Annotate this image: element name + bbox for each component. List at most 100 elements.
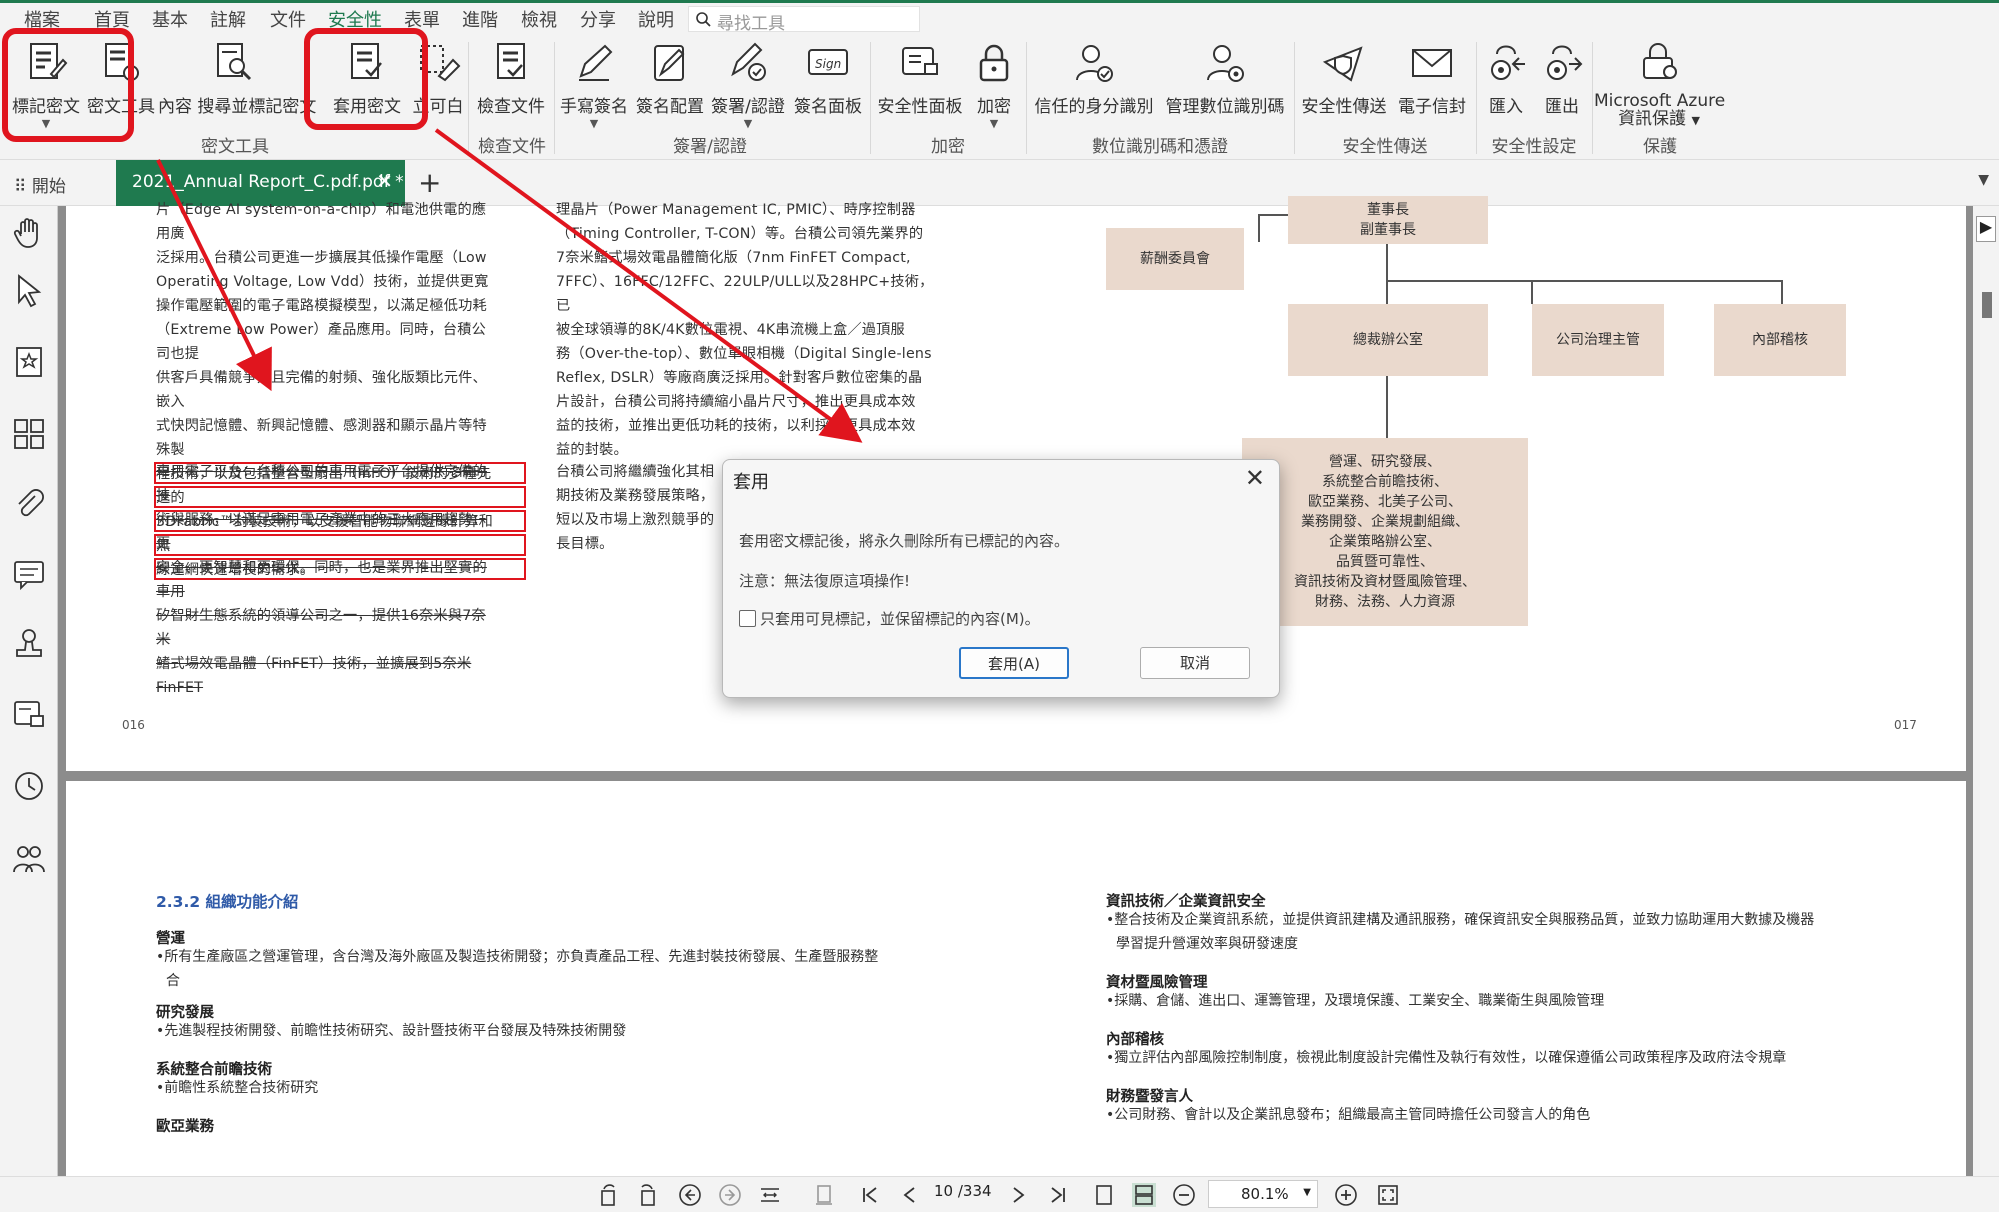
rotate-right-icon[interactable] <box>636 1183 660 1207</box>
first-page-icon[interactable] <box>858 1183 882 1207</box>
redaction-mark-box[interactable] <box>154 486 526 508</box>
dept-desc-line: 合 <box>166 973 180 989</box>
group-separator <box>1026 42 1027 154</box>
org-governance-officer: 公司治理主管 <box>1532 304 1664 376</box>
apply-button[interactable]: 套用(A) <box>959 647 1069 679</box>
inspect-document-button[interactable]: 檢查文件 <box>472 40 550 117</box>
search-and-redact-label: 內容 搜尋並標記密文 <box>158 97 317 117</box>
text-line: 務（Over-the-top）、數位單眼相機（Digital Single-le… <box>556 346 932 362</box>
bookmark-icon[interactable] <box>11 344 47 380</box>
menu-comment[interactable]: 註解 <box>210 6 246 32</box>
chevron-down-icon: ▼ <box>589 117 599 130</box>
middle-column-text: 理晶片（Power Management IC, PMIC）、時序控制器 （Ti… <box>556 198 936 462</box>
security-panel-side-icon[interactable] <box>11 696 47 732</box>
page-number-left: 016 <box>122 718 145 732</box>
dept-title: 歐亞業務 <box>156 1119 214 1135</box>
zoom-level-field[interactable]: 80.1% ▼ <box>1208 1180 1318 1208</box>
back-icon[interactable] <box>678 1183 702 1207</box>
azure-protection-button[interactable]: Microsoft Azure 資訊保護 ▼ <box>1594 40 1725 130</box>
single-page-icon[interactable] <box>1092 1183 1116 1207</box>
highlight-mark-redaction <box>2 28 134 142</box>
email-sign-button[interactable]: 電子信封 <box>1392 40 1472 117</box>
menu-help[interactable]: 說明 <box>638 6 674 32</box>
close-icon[interactable]: ✕ <box>1245 464 1265 492</box>
select-cursor-icon[interactable] <box>11 272 47 308</box>
continuous-scroll-icon[interactable] <box>1132 1183 1156 1207</box>
thumbnails-icon[interactable] <box>11 416 47 452</box>
sign-config-icon <box>654 45 685 81</box>
status-bar: 10 /334 80.1% ▼ <box>0 1176 1999 1212</box>
page-view-icon[interactable] <box>812 1183 836 1207</box>
manage-digital-ids-button[interactable]: 管理數位識別碼 <box>1160 40 1290 117</box>
group-separator <box>1592 42 1593 154</box>
signature-panel-button[interactable]: Sign 簽名面板 <box>790 40 866 117</box>
encrypt-button[interactable]: 加密 ▼ <box>968 40 1020 129</box>
azure-label-line2-wrap: 資訊保護 ▼ <box>1594 110 1724 130</box>
trusted-identities-button[interactable]: 信任的身分識別 <box>1030 40 1158 117</box>
checkbox-box[interactable] <box>739 610 756 627</box>
zoom-out-icon[interactable] <box>1172 1183 1196 1207</box>
org-chairman: 董事長 副董事長 <box>1288 196 1488 244</box>
next-page-icon[interactable] <box>1006 1183 1030 1207</box>
key-lock-icon <box>1643 43 1677 79</box>
azure-label-line2: 資訊保護 <box>1618 109 1687 129</box>
hand-tool-icon[interactable] <box>11 214 47 250</box>
fullscreen-icon[interactable] <box>1376 1183 1400 1207</box>
page-indicator[interactable]: 10 /334 <box>934 1182 992 1200</box>
redaction-mark-box[interactable] <box>154 510 526 532</box>
visible-only-checkbox[interactable]: 只套用可見標記，並保留標記的內容(M)。 <box>739 608 1040 629</box>
chevron-down-icon[interactable]: ▼ <box>1303 1187 1311 1198</box>
tab-document-label: 2021_Annual Report_C.pdf.pdf * <box>132 172 404 192</box>
last-page-icon[interactable] <box>1046 1183 1070 1207</box>
close-icon[interactable]: ✕ <box>376 169 393 193</box>
menu-document[interactable]: 文件 <box>270 6 306 32</box>
handwritten-sign-label: 手寫簽名 <box>560 97 628 117</box>
handwritten-sign-button[interactable]: 手寫簽名 ▼ <box>556 40 632 129</box>
import-button[interactable]: 匯入 <box>1480 40 1532 117</box>
document-viewer[interactable]: 片（Edge AI system-on-a-chip）和電池供電的應用廣 泛採用… <box>58 196 1973 1176</box>
tool-search-input[interactable]: 尋找工具 <box>688 6 920 34</box>
add-tab-button[interactable]: + <box>418 166 441 199</box>
zoom-level: 80.1% <box>1241 1185 1289 1203</box>
chevron-down-icon: ▼ <box>989 117 999 130</box>
redaction-mark-box[interactable] <box>154 558 526 580</box>
text-line: 益的技術，並推出更低功耗的技術，以利採用更具成本效 <box>556 418 916 434</box>
menu-basic[interactable]: 基本 <box>152 6 188 32</box>
apply-redaction-dialog: 套用 ✕ 套用密文標記後，將永久刪除所有已標記的內容。 注意：無法復原這項操作!… <box>722 459 1280 698</box>
group-label-digital-id: 數位識別碼和憑證 <box>1092 137 1228 157</box>
menu-view[interactable]: 檢視 <box>521 6 557 32</box>
history-icon[interactable] <box>11 768 47 804</box>
scrollbar-thumb[interactable] <box>1982 292 1992 318</box>
secure-send-button[interactable]: 安全性傳送 <box>1298 40 1390 117</box>
tab-start[interactable]: ⠿ 開始 <box>14 172 66 197</box>
vertical-scrollbar[interactable]: ▶ <box>1973 206 1999 1176</box>
redaction-mark-box[interactable] <box>154 534 526 556</box>
attachment-icon[interactable] <box>11 486 47 522</box>
inspect-document-icon <box>497 43 525 79</box>
fit-width-icon[interactable] <box>758 1183 782 1207</box>
collapse-panel-icon[interactable]: ▶ <box>1976 216 1996 242</box>
comments-icon[interactable] <box>11 556 47 592</box>
users-icon[interactable] <box>11 840 47 876</box>
security-panel-button[interactable]: 安全性面板 <box>874 40 966 117</box>
search-and-redact-button[interactable]: 內容 搜尋並標記密文 <box>158 40 317 117</box>
prev-page-icon[interactable] <box>898 1183 922 1207</box>
chevron-down-icon[interactable]: ▼ <box>1978 172 1989 188</box>
menu-advanced[interactable]: 進階 <box>462 6 498 32</box>
sign-certify-button[interactable]: 簽署/認證 ▼ <box>708 40 788 129</box>
org-internal-audit: 內部稽核 <box>1714 304 1846 376</box>
rotate-left-icon[interactable] <box>596 1183 620 1207</box>
export-button[interactable]: 匯出 <box>1536 40 1588 117</box>
cancel-button[interactable]: 取消 <box>1140 647 1250 679</box>
highlight-apply-redaction <box>304 28 428 130</box>
menu-share[interactable]: 分享 <box>580 6 616 32</box>
dept-desc: •所有生產廠區之營運管理，含台灣及海外廠區及製造技術開發；亦負責產品工程、先進封… <box>156 945 916 993</box>
forward-icon[interactable] <box>718 1183 742 1207</box>
text-line: 操作電壓範圍的電子電路模擬模型，以滿足極低功耗 <box>156 298 487 314</box>
zoom-in-icon[interactable] <box>1334 1183 1358 1207</box>
group-separator <box>1294 42 1295 154</box>
org-connector <box>1386 280 1781 282</box>
stamp-icon[interactable] <box>11 626 47 662</box>
redaction-mark-box[interactable] <box>154 462 526 484</box>
sign-config-button[interactable]: 簽名配置 <box>632 40 708 117</box>
